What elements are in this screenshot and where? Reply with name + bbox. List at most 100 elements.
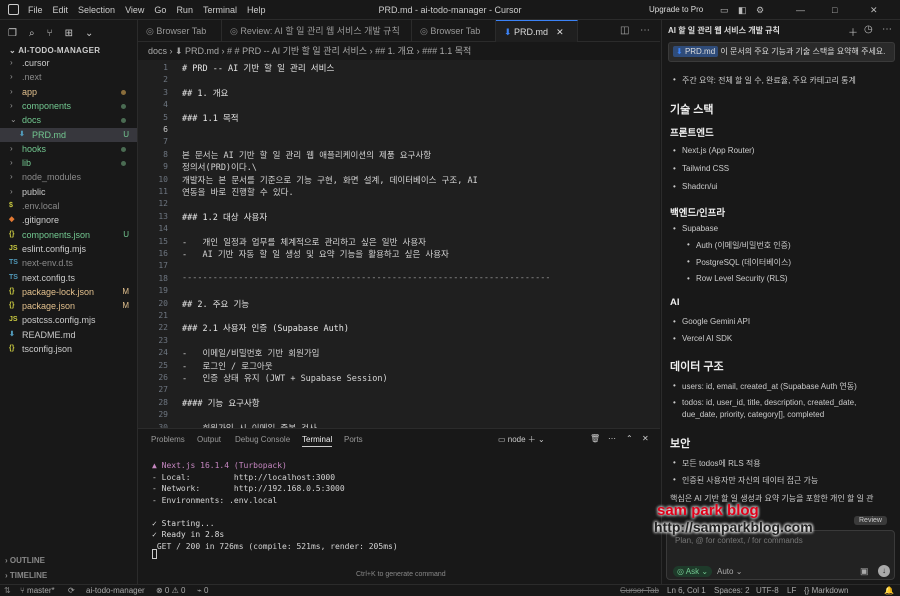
terminal-line: - Environments: .env.local — [152, 495, 278, 505]
tree-item-readme-md[interactable]: ⬇ README.md — [0, 328, 137, 342]
tree-item-eslint-config-mjs[interactable]: JS eslint.config.mjs — [0, 242, 137, 256]
panel-tab-debug-console[interactable]: Debug Console — [235, 435, 290, 444]
history-icon[interactable]: ◷ — [864, 24, 873, 35]
tree-item-package-json[interactable]: {} package.json M — [0, 299, 137, 313]
panel-tab-ports[interactable]: Ports — [344, 435, 363, 444]
line-number: 12 — [158, 199, 168, 209]
breadcrumb[interactable]: docs › ⬇ PRD.md › # # PRD -- AI 기반 할 일 관… — [138, 42, 660, 60]
tree-item-public[interactable]: › public — [0, 185, 137, 199]
remote-icon[interactable]: ⇅ — [4, 586, 11, 595]
tree-item-next[interactable]: › .next — [0, 70, 137, 84]
cursor-tab-status[interactable]: Cursor Tab — [620, 586, 659, 595]
close-icon[interactable]: ✕ — [870, 5, 878, 16]
tab-close-icon[interactable]: ✕ — [556, 27, 564, 37]
chevron-icon: › — [10, 143, 13, 153]
more-actions-icon[interactable]: ⋯ — [608, 434, 616, 443]
tree-item-node-modules[interactable]: › node_modules — [0, 170, 137, 184]
indentation[interactable]: Spaces: 2 — [714, 586, 750, 595]
new-chat-icon[interactable]: ＋ — [848, 24, 858, 39]
line-number: 15 — [158, 236, 168, 246]
more-icon[interactable]: ⋯ — [882, 24, 892, 35]
tree-item-prd-md[interactable]: ⬇ PRD.md U — [0, 127, 137, 142]
language-mode[interactable]: {} Markdown — [804, 586, 848, 595]
tab-prd[interactable]: ⬇ PRD.md ✕ — [496, 20, 578, 42]
tree-item-gitignore[interactable]: ◆ .gitignore — [0, 213, 137, 227]
files-icon[interactable]: ❐ — [8, 28, 17, 39]
more-actions-icon[interactable]: ⋯ — [640, 25, 650, 36]
extensions-icon[interactable]: ⊞ — [65, 28, 73, 39]
ts-file-icon: TS — [9, 259, 18, 267]
line-ending[interactable]: LF — [787, 586, 796, 595]
review-button[interactable]: Review — [854, 516, 887, 525]
minimize-icon[interactable]: — — [796, 5, 805, 15]
tree-item-components[interactable]: › components — [0, 99, 137, 113]
tree-item-tsconfig-json[interactable]: {} tsconfig.json — [0, 342, 137, 356]
tree-item-app[interactable]: › app — [0, 85, 137, 99]
problems-status[interactable]: ⊗ 0 ⚠ 0 — [156, 586, 185, 595]
tree-item-label: docs — [22, 115, 42, 126]
layout-icon[interactable]: ▭ — [720, 5, 729, 16]
panel-tab-problems[interactable]: Problems — [151, 435, 185, 444]
line-number: 14 — [158, 224, 168, 234]
outline-section[interactable]: › OUTLINE — [5, 556, 45, 565]
close-panel-icon[interactable]: ✕ — [642, 434, 649, 443]
user-query[interactable]: ⬇ PRD.md 이 문서의 주요 기능과 기술 스택을 요약해 주세요. — [668, 42, 895, 62]
tree-item-label: components — [22, 100, 72, 111]
maximize-panel-icon[interactable]: ⌃ — [626, 434, 633, 443]
tree-item-postcss-config-mjs[interactable]: JS postcss.config.mjs — [0, 313, 137, 327]
ports-icon[interactable]: ⌁ 0 — [197, 586, 209, 595]
upgrade-button[interactable]: Upgrade to Pro — [649, 5, 703, 14]
line-number: 7 — [163, 137, 168, 147]
panel-tab-output[interactable]: Output — [197, 435, 221, 444]
tree-item-next-env-d-ts[interactable]: TS next-env.d.ts — [0, 256, 137, 270]
tab-review[interactable]: ◎ Review: AI 할 일 관리 웹 서비스 개발 규칙 — [222, 20, 412, 42]
source-control-icon[interactable]: ⑂ — [47, 28, 53, 39]
cursor-position[interactable]: Ln 6, Col 1 — [667, 586, 706, 595]
tab-browser-2[interactable]: ◎ Browser Tab — [412, 20, 496, 42]
chevron-down-icon[interactable]: ⌄ — [85, 28, 93, 39]
tree-item-label: .cursor — [22, 58, 50, 68]
encoding[interactable]: UTF-8 — [756, 586, 779, 595]
terminal-shell-selector[interactable]: ▭ node ＋ ⌄ — [498, 434, 545, 445]
mode-selector[interactable]: ◎ Ask ⌄ — [673, 566, 713, 577]
model-selector[interactable]: Auto ⌄ — [717, 567, 742, 576]
timeline-section[interactable]: › TIMELINE — [5, 571, 47, 580]
tree-item-env-local[interactable]: $ .env.local — [0, 199, 137, 213]
search-icon[interactable]: ⌕ — [29, 28, 35, 39]
list-item-continued: due_date, priority, category[], complete… — [682, 410, 825, 419]
tree-item-lib[interactable]: › lib — [0, 156, 137, 170]
chat-input-box[interactable]: Plan, @ for context, / for commands ◎ As… — [666, 530, 895, 580]
settings-icon[interactable]: ⚙ — [756, 5, 764, 16]
line-number: 17 — [158, 261, 168, 271]
maximize-icon[interactable]: □ — [832, 5, 837, 15]
image-icon[interactable]: ▣ — [860, 566, 869, 577]
panel-tab-terminal[interactable]: Terminal — [302, 435, 333, 447]
tree-item-hooks[interactable]: › hooks — [0, 142, 137, 156]
split-editor-icon[interactable]: ◫ — [620, 25, 629, 36]
tree-item-next-config-ts[interactable]: TS next.config.ts — [0, 271, 137, 285]
status-bar: ⇅ ⑂ master* ⟳ ai-todo-manager ⊗ 0 ⚠ 0 ⌁ … — [0, 584, 900, 596]
explorer-root[interactable]: ⌄ AI-TODO-MANAGER — [9, 46, 100, 55]
sidebar-toggle-icon[interactable]: ◧ — [738, 5, 747, 16]
tree-item-components-json[interactable]: {} components.json U — [0, 228, 137, 242]
trash-icon[interactable]: 🗑 — [590, 434, 600, 443]
tree-item-docs[interactable]: ⌄ docs — [0, 113, 137, 127]
project-name[interactable]: ai-todo-manager — [86, 586, 145, 595]
tab-browser-1[interactable]: ◎ Browser Tab — [138, 20, 222, 42]
terminal-line: - Network: http://192.168.0.5:3000 — [152, 484, 345, 493]
notifications-icon[interactable]: 🔔 — [884, 586, 894, 595]
list-item: Vercel AI SDK — [670, 334, 892, 343]
tree-item-cursor[interactable]: › .cursor — [0, 56, 137, 70]
code-editor[interactable]: 1 # PRD -- AI 기반 할 일 관리 서비스 2 3 ## 1. 개요 4 5 ##… — [138, 60, 660, 428]
voice-icon[interactable]: ↓ — [878, 565, 890, 577]
sync-icon[interactable]: ⟳ — [68, 586, 75, 595]
list-item: 모든 todos에 RLS 적용 — [670, 458, 892, 469]
file-chip[interactable]: ⬇ PRD.md — [673, 46, 719, 57]
md-file-icon: ⬇ — [9, 330, 15, 338]
branch-status[interactable]: ⑂ master* — [20, 586, 55, 595]
chat-title[interactable]: AI 할 일 관리 웹 서비스 개발 규칙 — [668, 25, 780, 36]
json-file-icon: {} — [9, 345, 15, 352]
chat-input[interactable]: Plan, @ for context, / for commands — [675, 536, 803, 545]
tree-item-package-lock-json[interactable]: {} package-lock.json M — [0, 285, 137, 299]
line-number: 26 — [158, 373, 168, 382]
